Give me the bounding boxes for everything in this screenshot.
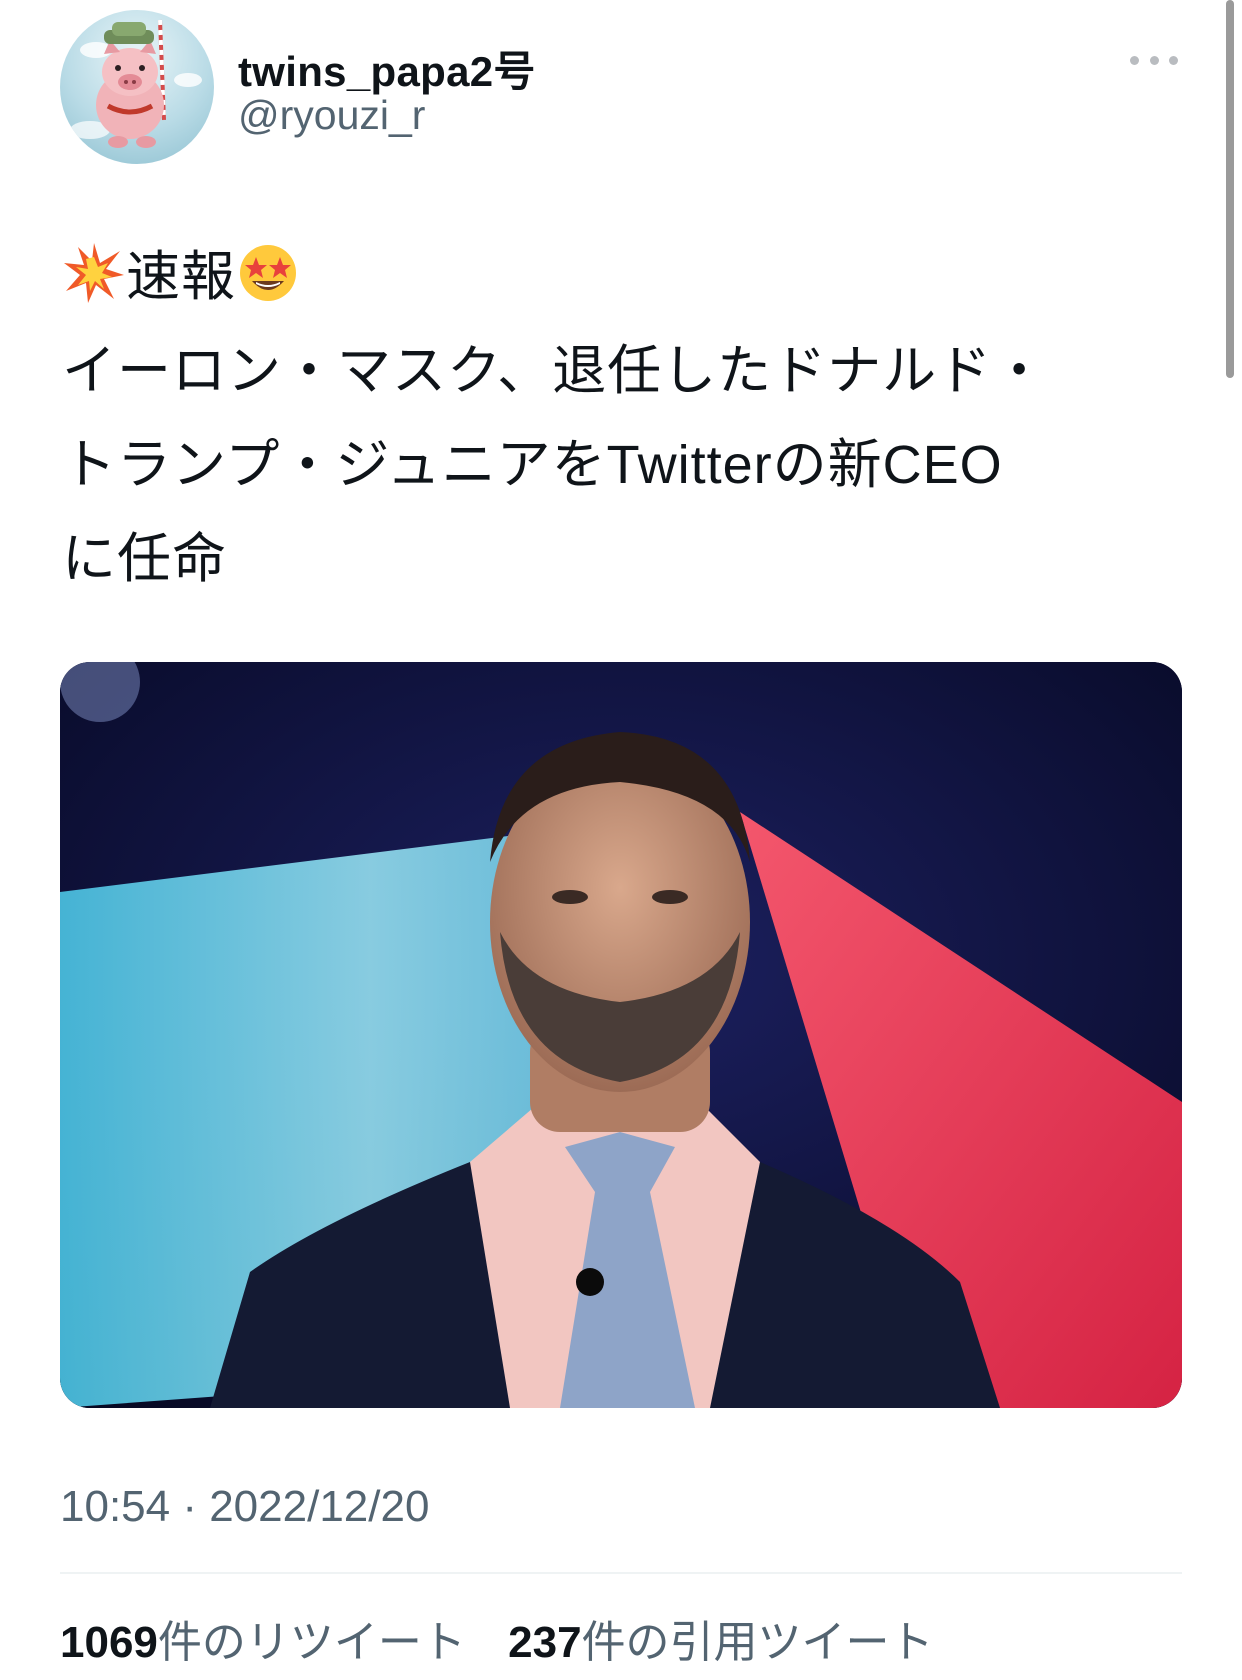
collision-emoji-icon (64, 243, 124, 303)
quotes-stat[interactable]: 237件の引用ツイート (508, 1618, 933, 1667)
divider (60, 1572, 1182, 1574)
more-dot (1149, 55, 1159, 65)
retweets-stat[interactable]: 1069件のリツイート (60, 1618, 466, 1667)
avatar[interactable] (60, 10, 214, 164)
tweet-stats: 1069件のリツイート 237件の引用ツイート (60, 1606, 964, 1670)
tweet-text: 速報 イーロン・マスク、退任したドナルド・ トランプ・ジュニアをTwitterの… (62, 230, 1182, 606)
tweet-line-1: イーロン・マスク、退任したドナルド・ (62, 341, 1048, 401)
user-handle[interactable]: @ryouzi_r (238, 92, 425, 139)
headline-text: 速報 (126, 247, 236, 307)
tweet-line-3: に任命 (62, 529, 227, 589)
retweets-label: 件のリツイート (157, 1618, 466, 1667)
tweet-headline: 速報 (62, 230, 1182, 324)
scrollbar[interactable] (1226, 0, 1234, 378)
quotes-count: 237 (508, 1618, 582, 1667)
quotes-label: 件の引用ツイート (581, 1618, 934, 1667)
more-dot (1130, 55, 1139, 65)
display-name[interactable]: twins_papa2号 (238, 38, 536, 99)
pig-character-avatar-icon (70, 19, 202, 148)
more-dot (1169, 55, 1178, 65)
photo-man-in-suit-icon (60, 662, 1182, 1408)
retweets-count: 1069 (60, 1618, 158, 1667)
tweet-media-photo[interactable] (60, 662, 1182, 1408)
star-struck-emoji-icon (240, 245, 296, 301)
tweet-detail-page: twins_papa2号 @ryouzi_r 速報 イーロン・マスク、退任したド… (0, 0, 1242, 1680)
more-options-icon[interactable] (1130, 44, 1178, 76)
tweet-timestamp[interactable]: 10:54 · 2022/12/20 (60, 1482, 429, 1532)
tweet-line-2: トランプ・ジュニアをTwitterの新CEO (62, 435, 1003, 495)
